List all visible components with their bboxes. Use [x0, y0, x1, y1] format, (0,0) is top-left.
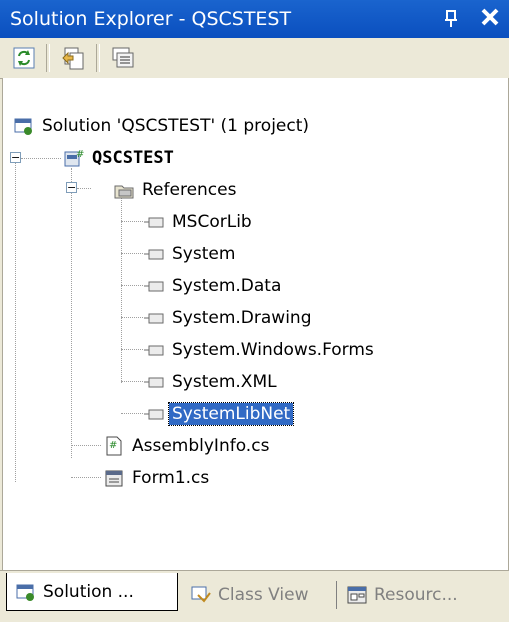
csharp-project-icon: # — [64, 149, 84, 167]
refresh-icon — [13, 47, 35, 69]
tree-node-solution[interactable]: Solution 'QSCSTEST' (1 project) — [13, 110, 312, 142]
window-title: Solution Explorer - QSCSTEST — [10, 8, 292, 30]
file-label: Form1.cs — [132, 468, 210, 488]
tree-node-reference[interactable]: System.XML — [143, 366, 280, 398]
title-bar: Solution Explorer - QSCSTEST — [0, 0, 509, 38]
file-label: AssemblyInfo.cs — [132, 436, 270, 456]
show-all-files-icon — [62, 47, 84, 70]
tree-connector — [121, 198, 122, 383]
tree-node-references[interactable]: References — [113, 174, 239, 206]
tree-node-file[interactable]: # AssemblyInfo.cs — [103, 430, 272, 462]
reference-label: System.Windows.Forms — [172, 340, 374, 360]
reference-label: System.Data — [172, 276, 282, 296]
collapse-project-toggle[interactable]: − — [10, 152, 21, 163]
svg-text:#: # — [76, 149, 84, 160]
tab-label: Resourc... — [374, 585, 458, 605]
project-label: QSCSTEST — [92, 148, 174, 168]
reference-icon — [144, 217, 164, 228]
tree-connector — [121, 381, 143, 382]
solution-label: Solution 'QSCSTEST' (1 project) — [42, 116, 310, 136]
tab-label: Class View — [218, 585, 309, 605]
toolbar-separator — [96, 44, 100, 72]
references-label: References — [142, 180, 237, 200]
solution-tree[interactable]: − − Solution 'QSCSTEST' (1 project) # QS… — [2, 78, 509, 570]
svg-text:#: # — [109, 440, 117, 451]
class-view-icon — [191, 586, 211, 603]
reference-icon — [144, 313, 164, 324]
close-button[interactable] — [476, 6, 504, 32]
tree-connector — [121, 317, 143, 318]
reference-icon — [144, 409, 164, 420]
resource-view-icon — [347, 586, 367, 604]
tree-connector — [71, 477, 101, 478]
reference-label: System — [172, 244, 236, 264]
solution-explorer-panel: Solution Explorer - QSCSTEST − − Solutio… — [0, 0, 509, 622]
tree-node-reference[interactable]: System — [143, 238, 238, 270]
tree-node-reference[interactable]: System.Windows.Forms — [143, 334, 377, 366]
tab-label: Solution ... — [43, 581, 134, 602]
tree-connector — [15, 158, 16, 482]
tree-connector — [121, 253, 143, 254]
tab-separator — [336, 581, 337, 609]
close-icon — [481, 8, 499, 26]
refresh-button[interactable] — [10, 44, 38, 72]
toolbar — [0, 38, 509, 79]
tree-node-project[interactable]: # QSCSTEST — [63, 142, 177, 174]
reference-label: System.Drawing — [172, 308, 312, 328]
tree-connector — [77, 188, 91, 189]
tree-connector — [71, 168, 72, 458]
collapse-references-toggle[interactable]: − — [66, 182, 77, 193]
reference-label: MSCorLib — [172, 212, 252, 232]
pin-icon — [445, 10, 457, 27]
csharp-file-icon: # — [106, 436, 122, 456]
tree-connector — [121, 221, 143, 222]
reference-icon — [144, 249, 164, 260]
tree-connector — [121, 349, 143, 350]
tree-node-reference[interactable]: MSCorLib — [143, 206, 255, 238]
toolbar-separator — [46, 44, 50, 72]
reference-icon — [144, 281, 164, 292]
tree-connector — [121, 285, 143, 286]
properties-button[interactable] — [108, 44, 136, 72]
solution-icon — [14, 118, 32, 135]
tab-resource-view[interactable]: Resourc... — [338, 577, 506, 613]
references-folder-icon — [114, 185, 134, 199]
tree-node-reference[interactable]: System.Drawing — [143, 302, 315, 334]
reference-label: System.XML — [172, 372, 277, 392]
tree-node-file[interactable]: Form1.cs — [103, 462, 212, 494]
reference-label: SystemLibNet — [167, 402, 295, 426]
tab-strip: Solution ... Class View Resourc... — [0, 570, 509, 622]
tree-connector — [121, 413, 143, 414]
tree-connector — [71, 445, 101, 446]
reference-icon — [144, 377, 164, 388]
tree-node-reference-selected[interactable]: SystemLibNet — [143, 398, 295, 430]
tab-solution-explorer[interactable]: Solution ... — [6, 573, 178, 611]
show-all-files-button[interactable] — [60, 44, 88, 72]
reference-icon — [144, 345, 164, 356]
solution-icon — [16, 584, 34, 601]
pin-button[interactable] — [440, 8, 462, 30]
properties-icon — [112, 47, 134, 68]
tab-class-view[interactable]: Class View — [182, 577, 332, 613]
tree-node-reference[interactable]: System.Data — [143, 270, 284, 302]
form-file-icon — [105, 470, 123, 487]
tree-connector — [21, 158, 61, 159]
